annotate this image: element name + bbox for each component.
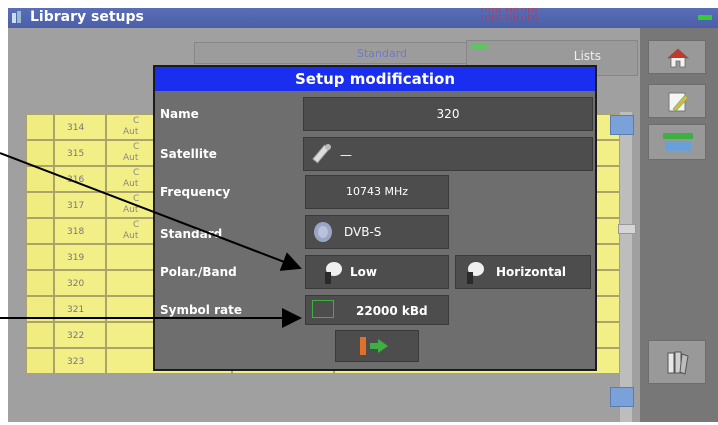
books-icon bbox=[667, 351, 689, 375]
dialog-title: Setup modification bbox=[155, 67, 595, 91]
library-button[interactable] bbox=[648, 340, 706, 384]
row-number: 316 bbox=[67, 175, 85, 185]
confirm-exit-button[interactable] bbox=[335, 330, 419, 362]
row-select-cell[interactable] bbox=[26, 348, 54, 374]
symbol-rate-value: 22000 kBd bbox=[356, 304, 428, 318]
satellite-icon bbox=[312, 144, 331, 164]
library-icon bbox=[12, 11, 21, 23]
row-select-cell[interactable] bbox=[26, 140, 54, 166]
row-sub-text: Aut bbox=[123, 127, 139, 137]
row-sub-text: Aut bbox=[123, 205, 139, 215]
name-label: Name bbox=[160, 107, 199, 121]
row-c-text: C bbox=[133, 194, 140, 204]
lnb-band-icon bbox=[325, 262, 342, 284]
right-toolbar bbox=[640, 28, 718, 422]
list-scrollbar[interactable] bbox=[618, 112, 636, 422]
window-title: Library setups bbox=[30, 9, 144, 25]
symbol-rate-label: Symbol rate bbox=[160, 303, 242, 317]
band-field[interactable]: Low bbox=[305, 255, 449, 289]
polar-band-label: Polar./Band bbox=[160, 265, 237, 279]
row-number: 322 bbox=[67, 331, 85, 341]
row-number: 323 bbox=[67, 357, 85, 367]
band-value: Low bbox=[350, 265, 377, 279]
row-select-cell[interactable] bbox=[26, 192, 54, 218]
scroll-down-button[interactable] bbox=[610, 387, 634, 407]
standard-value: DVB-S bbox=[344, 225, 382, 239]
row-number-cell: 322 bbox=[54, 322, 106, 348]
row-c-text: C bbox=[133, 168, 140, 178]
frequency-value: 10743 MHz bbox=[345, 185, 409, 198]
polarization-field[interactable]: Horizontal bbox=[455, 255, 591, 289]
row-select-cell[interactable] bbox=[26, 114, 54, 140]
standard-label: Standard bbox=[160, 227, 223, 241]
row-select-cell[interactable] bbox=[26, 244, 54, 270]
home-button[interactable] bbox=[648, 40, 706, 74]
row-select-cell[interactable] bbox=[26, 296, 54, 322]
standard-field[interactable]: DVB-S bbox=[305, 215, 449, 249]
symbol-rate-field[interactable]: 22000 kBd bbox=[305, 295, 449, 325]
lnb-icon bbox=[663, 133, 693, 151]
row-number: 317 bbox=[67, 201, 85, 211]
row-number-cell: 317 bbox=[54, 192, 106, 218]
row-c-text: C bbox=[133, 142, 140, 152]
row-number: 318 bbox=[67, 227, 85, 237]
row-number-cell: 315 bbox=[54, 140, 106, 166]
row-number: 315 bbox=[67, 149, 85, 159]
lists-label: Lists bbox=[573, 49, 601, 63]
row-c-text: C bbox=[133, 220, 140, 230]
status-line-2: [?][?] [?][?][?] bbox=[480, 15, 538, 22]
row-number-cell: 318 bbox=[54, 218, 106, 244]
pen-edit-icon bbox=[668, 92, 689, 112]
row-number-cell: 314 bbox=[54, 114, 106, 140]
row-number-cell: 319 bbox=[54, 244, 106, 270]
name-field[interactable]: 320 bbox=[303, 97, 593, 131]
instrument-screen: Library setups [?][?] [?][?][?] [?][?] [… bbox=[8, 8, 718, 422]
row-c-text: C bbox=[133, 116, 140, 126]
status-line-1: [?][?] [?][?][?] bbox=[480, 8, 538, 15]
row-select-cell[interactable] bbox=[26, 218, 54, 244]
satellite-field[interactable]: — bbox=[303, 137, 593, 171]
lnb-polarization-icon bbox=[467, 262, 484, 284]
row-number-cell: 316 bbox=[54, 166, 106, 192]
title-bar: Library setups [?][?] [?][?][?] [?][?] [… bbox=[8, 8, 718, 28]
row-number: 320 bbox=[67, 279, 85, 289]
row-number: 319 bbox=[67, 253, 85, 263]
exit-arrow-icon bbox=[360, 337, 388, 355]
scrollbar-thumb[interactable] bbox=[618, 224, 636, 234]
scroll-up-button[interactable] bbox=[610, 115, 634, 135]
polarization-value: Horizontal bbox=[496, 265, 567, 279]
row-sub-text: Aut bbox=[123, 153, 139, 163]
row-select-cell[interactable] bbox=[26, 166, 54, 192]
row-number-cell: 323 bbox=[54, 348, 106, 374]
row-sub-text: Aut bbox=[123, 231, 139, 241]
row-select-cell[interactable] bbox=[26, 322, 54, 348]
row-number-cell: 320 bbox=[54, 270, 106, 296]
battery-indicator bbox=[698, 15, 712, 20]
frequency-label: Frequency bbox=[160, 185, 231, 199]
home-icon bbox=[667, 48, 689, 68]
setup-modification-dialog: Setup modification Name 320 Satellite — … bbox=[153, 65, 597, 371]
status-readout: [?][?] [?][?][?] [?][?] [?][?][?] bbox=[480, 8, 538, 22]
row-select-cell[interactable] bbox=[26, 270, 54, 296]
name-value: 320 bbox=[436, 107, 460, 121]
row-number: 321 bbox=[67, 305, 85, 315]
lists-indicator bbox=[471, 43, 487, 49]
satellite-label: Satellite bbox=[160, 147, 217, 161]
import-button[interactable] bbox=[648, 124, 706, 160]
row-number-cell: 321 bbox=[54, 296, 106, 322]
satellite-value: — bbox=[340, 148, 352, 162]
row-sub-text: Aut bbox=[123, 179, 139, 189]
row-number: 314 bbox=[67, 123, 85, 133]
symbol-rate-icon bbox=[312, 300, 334, 318]
edit-button[interactable] bbox=[648, 84, 706, 118]
frequency-field[interactable]: 10743 MHz bbox=[305, 175, 449, 209]
satellite-dish-icon bbox=[314, 222, 332, 242]
